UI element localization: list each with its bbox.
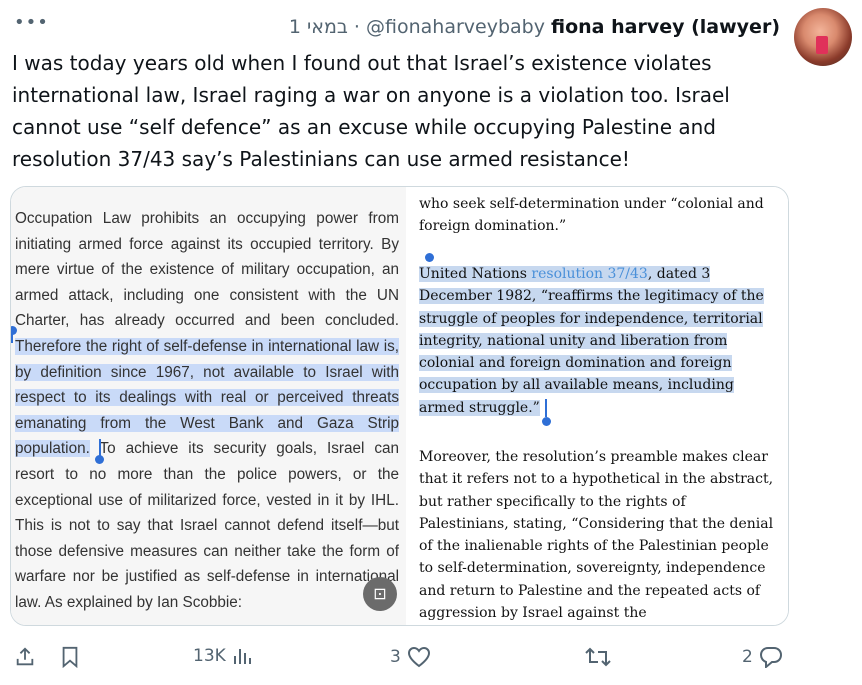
user-handle[interactable]: @fionaharveybaby <box>366 16 545 38</box>
selection-handle-dot <box>95 455 104 464</box>
views-count: 13K <box>193 646 226 666</box>
reply-icon <box>759 647 782 668</box>
reply-count: 2 <box>742 647 753 667</box>
separator: · <box>353 16 360 38</box>
selection-handle-dot <box>425 253 434 262</box>
byline: 1 במאי · @fionaharveybaby fiona harvey (… <box>289 16 780 38</box>
left-text-after: To achieve its security goals, Israel ca… <box>15 440 399 611</box>
right-selected-block: United Nations resolution 37/43, dated 3… <box>419 263 774 419</box>
selection-handle-dot <box>542 417 551 426</box>
tweet-text: I was today years old when I found out t… <box>12 47 772 175</box>
views-button[interactable]: 13K <box>193 646 252 666</box>
tweet-line: I was today years old when I found out t… <box>12 51 712 75</box>
tweet-media[interactable]: Occupation Law prohibits an occupying po… <box>10 186 789 626</box>
repost-icon <box>585 647 611 667</box>
tweet-line: resolution 37/43 say’s Palestinians can … <box>12 147 630 171</box>
action-bar: 13K 3 2 <box>0 638 862 678</box>
like-count: 3 <box>390 647 401 667</box>
left-paragraph: Occupation Law prohibits an occupying po… <box>15 206 399 616</box>
right-selected-end: , dated 3 December 1982, “reaffirms the … <box>419 266 764 416</box>
tweet-time[interactable]: 1 במאי <box>289 16 348 38</box>
resolution-link: resolution 37/43 <box>531 266 648 282</box>
like-button[interactable]: 3 <box>390 646 431 668</box>
avatar-phone <box>816 36 828 54</box>
right-document-screenshot: who seek self-determination under “colon… <box>411 187 788 625</box>
repost-button[interactable] <box>584 646 612 668</box>
tweet-line: international law, Israel raging a war o… <box>12 83 730 107</box>
right-top-text: who seek self-determination under “colon… <box>419 196 764 235</box>
right-bottom-text: Moreover, the resolution’s preamble make… <box>419 449 774 622</box>
left-text-before: Occupation Law prohibits an occupying po… <box>15 210 399 330</box>
more-options-icon[interactable]: ••• <box>14 12 49 33</box>
selection-handle-end <box>545 399 547 417</box>
right-selected-start: United Nations <box>419 266 532 282</box>
share-icon <box>16 647 34 666</box>
analytics-icon <box>233 649 251 664</box>
reply-button[interactable]: 2 <box>742 646 783 668</box>
share-button[interactable] <box>14 646 36 668</box>
avatar[interactable] <box>794 8 852 66</box>
bookmark-icon <box>62 646 78 668</box>
left-document-screenshot: Occupation Law prohibits an occupying po… <box>11 187 406 625</box>
tweet-line: cannot use “self defence” as an excuse w… <box>12 115 716 139</box>
heart-icon <box>407 646 430 668</box>
tweet-header: ••• 1 במאי · @fionaharveybaby fiona harv… <box>14 8 862 66</box>
scan-text-icon[interactable]: ⊡ <box>363 577 397 611</box>
display-name[interactable]: fiona harvey (lawyer) <box>551 16 780 38</box>
bookmark-button[interactable] <box>60 646 80 668</box>
